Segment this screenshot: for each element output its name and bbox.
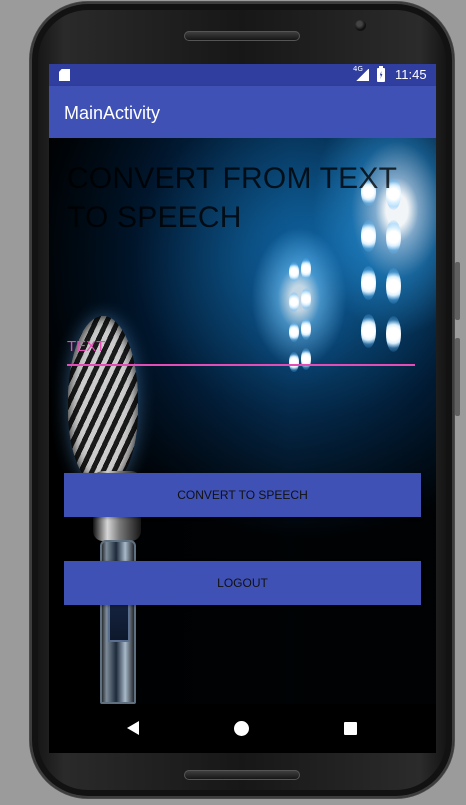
battery-charging-icon <box>377 66 385 82</box>
stage-light-dot <box>301 288 311 310</box>
stage-light-dot <box>301 258 311 280</box>
stage-light-dot <box>361 266 376 300</box>
logout-button[interactable]: LOGOUT <box>64 561 421 605</box>
recents-icon[interactable] <box>344 722 357 735</box>
emulator-stage: 4G 11:45 MainActivity <box>0 0 466 805</box>
sim-card-icon <box>59 69 70 81</box>
stage-light-dot <box>289 292 299 312</box>
app-title: MainActivity <box>64 103 161 123</box>
app-bar: MainActivity <box>49 86 436 138</box>
bottom-speaker <box>184 770 300 780</box>
status-time: 11:45 <box>395 67 427 82</box>
navigation-bar <box>49 704 436 753</box>
main-content: CONVERT FROM TEXT TO SPEECH CONVERT TO S… <box>49 138 436 704</box>
page-heading: CONVERT FROM TEXT TO SPEECH <box>67 162 397 234</box>
convert-to-speech-button[interactable]: CONVERT TO SPEECH <box>64 473 421 517</box>
volume-button[interactable] <box>455 338 460 416</box>
stage-light-dot <box>386 268 401 304</box>
home-icon[interactable] <box>234 721 249 736</box>
status-bar: 4G 11:45 <box>49 64 436 86</box>
power-button[interactable] <box>455 262 460 320</box>
text-input[interactable] <box>67 332 415 366</box>
back-icon[interactable] <box>127 721 139 735</box>
cell-signal-icon <box>355 69 369 81</box>
stage-light-dot <box>289 262 299 282</box>
device-screen: 4G 11:45 MainActivity <box>49 64 436 753</box>
front-camera-icon <box>355 20 366 31</box>
top-speaker <box>184 31 300 41</box>
